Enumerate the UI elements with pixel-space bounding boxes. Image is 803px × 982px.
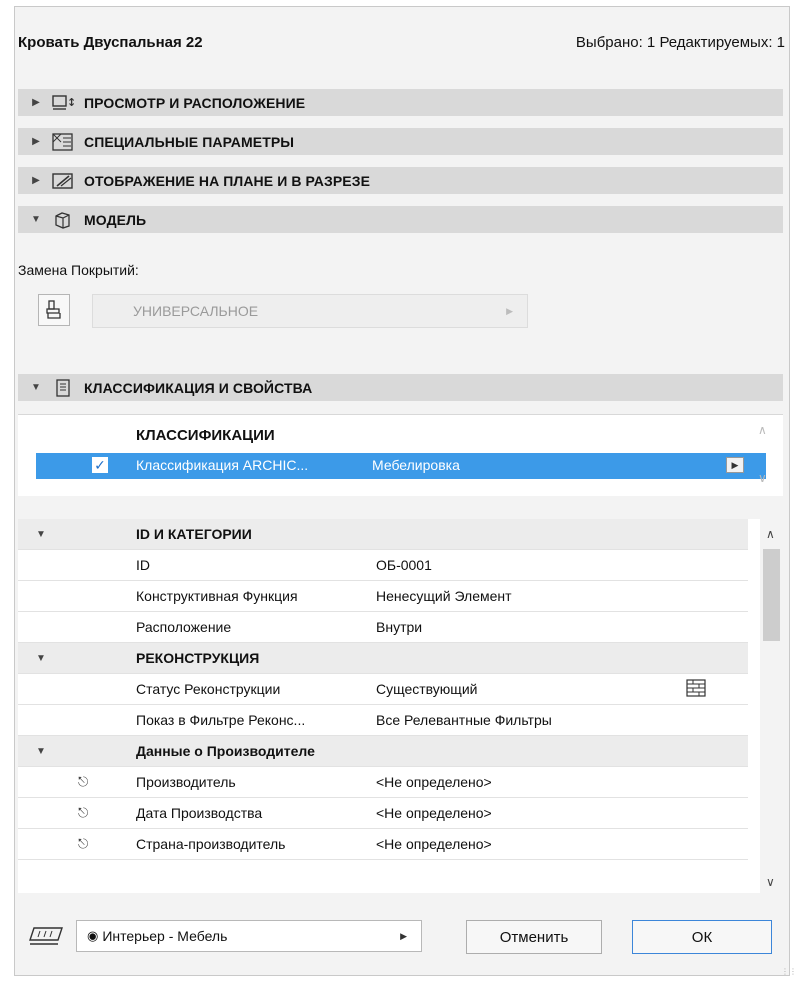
property-name: Конструктивная Функция — [136, 588, 298, 604]
svg-text:↕: ↕ — [67, 96, 74, 109]
table-row[interactable]: Статус Реконструкции Существующий — [18, 674, 748, 705]
chevron-down-icon[interactable]: ▼ — [26, 382, 46, 393]
property-name: Производитель — [136, 774, 236, 790]
plan-section-icon — [52, 172, 74, 190]
property-name: Страна-производитель — [136, 836, 286, 852]
chevron-down-icon[interactable]: ▼ — [26, 214, 46, 225]
table-row[interactable]: ⎋ Дата Производства <Не определено> — [18, 798, 748, 829]
property-value[interactable]: Внутри — [376, 619, 422, 635]
property-name: ID — [136, 557, 150, 573]
scroll-down-icon[interactable]: ∨ — [758, 471, 767, 485]
property-value[interactable]: <Не определено> — [376, 774, 492, 790]
classification-value: Мебелировка — [372, 457, 460, 473]
property-value[interactable]: ОБ-0001 — [376, 557, 432, 573]
link-icon: ⎋ — [78, 805, 89, 820]
model-cube-icon — [52, 211, 74, 229]
classification-panel: КЛАССИФИКАЦИИ ✓ Классификация ARCHIC... … — [18, 414, 783, 496]
property-name: Статус Реконструкции — [136, 681, 281, 697]
table-row[interactable]: ⎋ Производитель <Не определено> — [18, 767, 748, 798]
collapse-triangle-icon[interactable]: ▼ — [36, 529, 46, 540]
collapse-triangle-icon[interactable]: ▼ — [36, 746, 46, 757]
scroll-up-icon[interactable]: ∧ — [766, 527, 775, 541]
section-plan-section[interactable]: ▶ ОТОБРАЖЕНИЕ НА ПЛАНЕ И В РАЗРЕЗЕ — [18, 167, 783, 194]
chevron-right-icon[interactable]: ▶ — [26, 136, 46, 147]
scroll-thumb[interactable] — [763, 549, 780, 641]
group-label: ID И КАТЕГОРИИ — [136, 526, 252, 542]
chevron-right-icon[interactable]: ▶ — [26, 97, 46, 108]
section-model[interactable]: ▼ МОДЕЛЬ — [18, 206, 783, 233]
property-value[interactable]: Все Релевантные Фильтры — [376, 712, 552, 728]
section-custom-params[interactable]: ▶ СПЕЦИАЛЬНЫЕ ПАРАМЕТРЫ — [18, 128, 783, 155]
ok-button[interactable]: ОК — [632, 920, 772, 954]
group-row[interactable]: ▼ Данные о Производителе — [18, 736, 748, 767]
dialog-title: Кровать Двуспальная 22 — [18, 34, 203, 51]
group-row[interactable]: ▼ ID И КАТЕГОРИИ — [18, 519, 748, 550]
chevron-right-icon: ▶ — [506, 305, 513, 316]
classification-icon — [52, 378, 74, 397]
checkbox[interactable]: ✓ — [92, 457, 108, 473]
properties-table: ▼ ID И КАТЕГОРИИ ID ОБ-0001 Конструктивн… — [18, 519, 783, 893]
section-label: МОДЕЛЬ — [84, 211, 147, 228]
material-value: УНИВЕРСАЛЬНОЕ — [133, 303, 259, 319]
group-row[interactable]: ▼ РЕКОНСТРУКЦИЯ — [18, 643, 748, 674]
property-value[interactable]: Существующий — [376, 681, 477, 697]
property-value[interactable]: <Не определено> — [376, 836, 492, 852]
renovation-brick-icon — [686, 678, 706, 700]
classification-name: Классификация ARCHIC... — [136, 457, 309, 473]
table-row[interactable]: ID ОБ-0001 — [18, 550, 748, 581]
scroll-down-icon[interactable]: ∨ — [766, 875, 775, 889]
property-value[interactable]: Ненесущий Элемент — [376, 588, 512, 604]
view-position-icon: ↕ — [52, 94, 74, 112]
chevron-right-icon[interactable]: ▶ — [26, 175, 46, 186]
group-label: РЕКОНСТРУКЦИЯ — [136, 650, 260, 666]
section-view-position[interactable]: ▶ ↕ ПРОСМОТР И РАСПОЛОЖЕНИЕ — [18, 89, 783, 116]
property-name: Дата Производства — [136, 805, 263, 821]
material-dropdown[interactable]: УНИВЕРСАЛЬНОЕ ▶ — [92, 294, 528, 328]
table-row[interactable]: Расположение Внутри — [18, 612, 748, 643]
property-value[interactable]: <Не определено> — [376, 805, 492, 821]
scroll-up-icon[interactable]: ∧ — [758, 423, 767, 437]
section-label: КЛАССИФИКАЦИЯ И СВОЙСТВА — [84, 379, 313, 396]
property-name: Показ в Фильтре Реконс... — [136, 712, 306, 728]
layer-value: Интерьер - Мебель — [102, 928, 228, 944]
property-name: Расположение — [136, 619, 232, 635]
classification-row[interactable]: ✓ Классификация ARCHIC... Мебелировка ▶ — [36, 453, 766, 479]
layer-dropdown[interactable]: ◉ Интерьер - Мебель ▶ — [76, 920, 422, 952]
selection-info: Выбрано: 1 Редактируемых: 1 — [575, 34, 785, 51]
table-row[interactable]: Конструктивная Функция Ненесущий Элемент — [18, 581, 748, 612]
resize-grip-icon[interactable]: ⋮⋮ — [781, 967, 797, 976]
classification-header: КЛАССИФИКАЦИИ — [136, 427, 275, 444]
group-label: Данные о Производителе — [136, 743, 315, 759]
link-icon: ⎋ — [78, 774, 89, 789]
section-classification[interactable]: ▼ КЛАССИФИКАЦИЯ И СВОЙСТВА — [18, 374, 783, 401]
custom-params-icon — [52, 132, 74, 151]
cancel-button[interactable]: Отменить — [466, 920, 602, 954]
brush-override-button[interactable] — [38, 294, 70, 326]
surface-override-label: Замена Покрытий: — [18, 262, 139, 278]
section-label: СПЕЦИАЛЬНЫЕ ПАРАМЕТРЫ — [84, 133, 295, 150]
brush-icon — [46, 300, 61, 319]
section-label: ПРОСМОТР И РАСПОЛОЖЕНИЕ — [84, 94, 306, 111]
vertical-scrollbar[interactable]: ∧ ∨ — [760, 519, 783, 893]
collapse-triangle-icon[interactable]: ▼ — [36, 653, 46, 664]
table-row[interactable]: Показ в Фильтре Реконс... Все Релевантны… — [18, 705, 748, 736]
layer-icon[interactable] — [28, 922, 64, 953]
chevron-right-icon: ▶ — [400, 930, 407, 941]
link-icon: ⎋ — [78, 836, 89, 851]
section-label: ОТОБРАЖЕНИЕ НА ПЛАНЕ И В РАЗРЕЗЕ — [84, 172, 371, 189]
classification-picker-button[interactable]: ▶ — [726, 457, 744, 473]
table-row[interactable]: ⎋ Страна-производитель <Не определено> — [18, 829, 748, 860]
eye-icon: ◉ — [87, 928, 99, 943]
